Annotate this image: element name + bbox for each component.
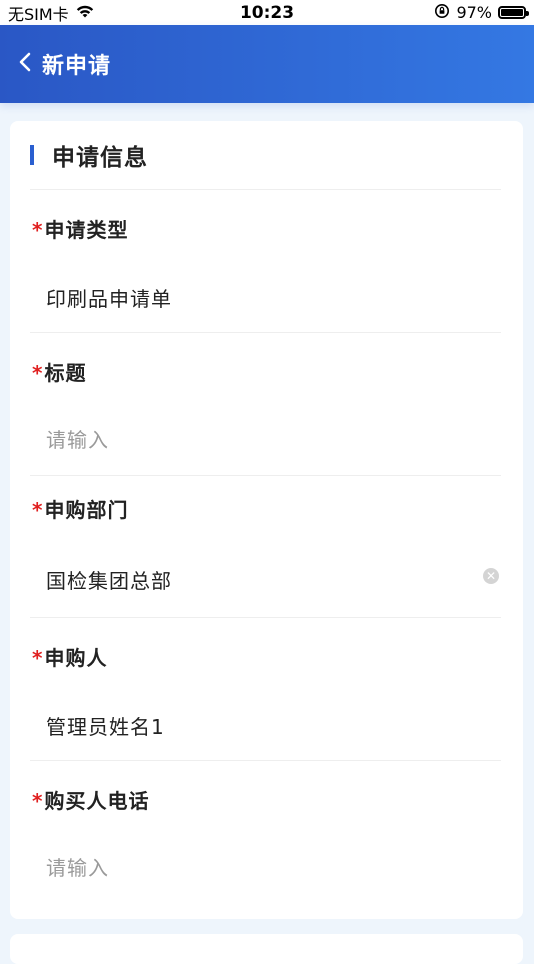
field-label-text: 申请类型 xyxy=(44,218,129,242)
chevron-left-icon xyxy=(18,51,32,77)
field-label-text: 购买人电话 xyxy=(44,789,150,813)
purchase-department-select[interactable] xyxy=(46,567,456,591)
field-label-text: 标题 xyxy=(44,361,87,385)
field-label: *标题 xyxy=(32,357,86,386)
field-label-text: 申购人 xyxy=(44,646,108,670)
orientation-lock-icon xyxy=(434,3,450,23)
field-label: *申请类型 xyxy=(32,214,128,243)
status-left: 无SIM卡 xyxy=(8,1,95,25)
carrier-label: 无SIM卡 xyxy=(8,4,69,24)
nav-bar: 新申请 xyxy=(0,25,534,103)
field-purchaser: *申购人 xyxy=(30,628,501,761)
purchaser-select[interactable] xyxy=(46,713,486,737)
application-type-select[interactable] xyxy=(46,285,486,309)
field-purchase-department: *申购部门 ✕ xyxy=(30,480,501,618)
required-mark: * xyxy=(32,361,44,385)
clear-icon[interactable]: ✕ xyxy=(483,568,499,584)
field-application-type: *申请类型 xyxy=(30,200,501,333)
battery-percent: 97% xyxy=(456,3,492,22)
form-card: 申请信息 *申请类型 *标题 *申购部门 ✕ *申购人 *购买人电话 xyxy=(10,121,523,919)
required-mark: * xyxy=(32,646,44,670)
section-title: 申请信息 xyxy=(52,145,148,171)
status-right: 97% xyxy=(434,3,529,23)
status-bar: 无SIM卡 10:23 97% xyxy=(0,0,534,25)
back-button[interactable] xyxy=(0,25,42,103)
field-label-text: 申购部门 xyxy=(44,498,129,522)
field-label: *购买人电话 xyxy=(32,785,149,814)
page-title: 新申请 xyxy=(42,54,112,79)
wifi-icon xyxy=(75,3,95,23)
title-input[interactable] xyxy=(46,428,486,452)
buyer-phone-input[interactable] xyxy=(46,856,486,880)
required-mark: * xyxy=(32,789,44,813)
required-mark: * xyxy=(32,218,44,242)
field-buyer-phone: *购买人电话 xyxy=(30,771,501,911)
section-accent-bar xyxy=(30,145,34,165)
field-label: *申购部门 xyxy=(32,494,128,523)
section-header: 申请信息 xyxy=(30,121,501,190)
battery-icon xyxy=(498,6,529,19)
next-card xyxy=(10,934,523,964)
field-label: *申购人 xyxy=(32,642,107,671)
field-title: *标题 xyxy=(30,343,501,476)
required-mark: * xyxy=(32,498,44,522)
